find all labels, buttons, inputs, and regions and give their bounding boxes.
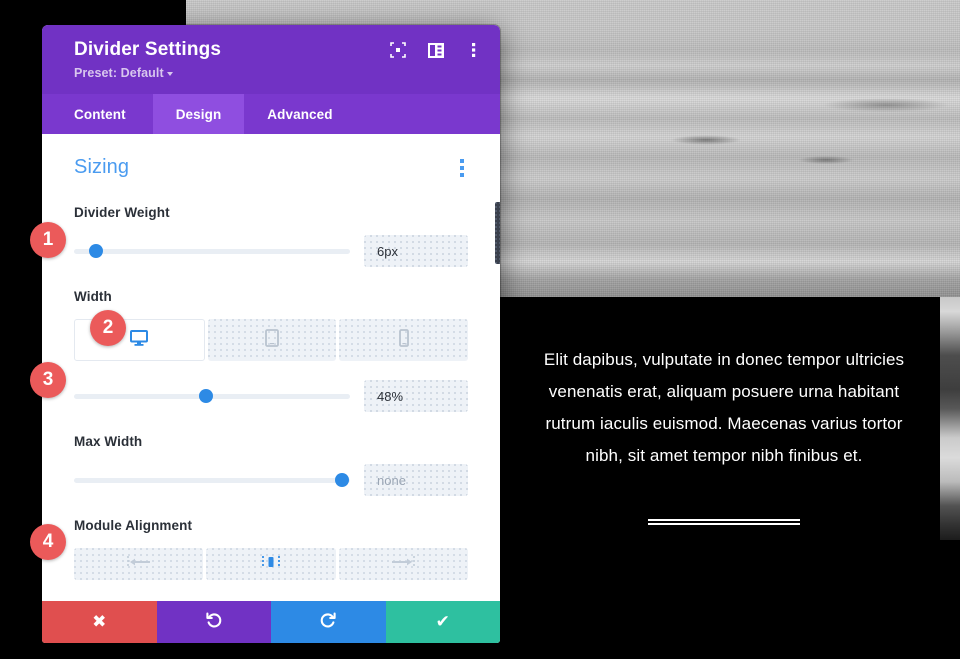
max-width-slider[interactable]	[74, 472, 350, 488]
align-left-icon	[126, 554, 152, 575]
width-slider[interactable]	[74, 388, 350, 404]
max-width-value-input[interactable]: none	[364, 464, 468, 496]
align-left-button[interactable]	[74, 548, 204, 580]
annotation-badge-3: 3	[30, 362, 66, 398]
label-width: Width	[74, 289, 112, 304]
redo-icon	[319, 611, 337, 634]
width-device-toggle-group	[74, 319, 469, 361]
section-title-sizing: Sizing	[74, 156, 130, 178]
header-icon-group	[390, 42, 482, 58]
panel-scrollbar-thumb[interactable]	[495, 202, 500, 264]
preset-selector[interactable]: Preset: Default	[74, 66, 482, 80]
layout-icon[interactable]	[428, 42, 444, 58]
device-toggle-tablet[interactable]	[207, 319, 337, 361]
annotation-badge-4: 4	[30, 524, 66, 560]
device-toggle-phone[interactable]	[339, 319, 469, 361]
tab-content[interactable]: Content	[42, 94, 153, 134]
module-alignment-group	[74, 548, 468, 580]
tab-design[interactable]: Design	[152, 94, 245, 134]
tab-bar: Content Design Advanced	[42, 94, 500, 134]
chevron-down-icon	[166, 72, 173, 76]
align-right-icon	[390, 554, 416, 575]
settings-panel-body: Sizing Divider Weight 6px Width 48% Max …	[42, 134, 500, 601]
label-module-alignment: Module Alignment	[74, 518, 193, 533]
width-control-row: 48%	[74, 380, 468, 412]
undo-icon	[205, 611, 223, 634]
redo-button[interactable]	[271, 601, 386, 643]
sizing-section-header: Sizing	[74, 156, 468, 179]
field-width: Width 48%	[74, 289, 469, 412]
divider-weight-value-input[interactable]: 6px	[364, 235, 468, 267]
width-value-input[interactable]: 48%	[364, 380, 468, 412]
slider-knob[interactable]	[89, 244, 104, 258]
desktop-icon	[130, 329, 149, 351]
align-right-button[interactable]	[338, 548, 468, 580]
focus-icon[interactable]	[390, 42, 406, 58]
label-divider-weight: Divider Weight	[74, 205, 170, 220]
slider-knob[interactable]	[199, 389, 214, 403]
save-button[interactable]: ✔	[385, 601, 500, 643]
cancel-button[interactable]: ✖	[42, 601, 157, 643]
label-max-width: Max Width	[74, 434, 143, 449]
align-center-button[interactable]	[206, 548, 336, 580]
modal-header: Divider Settings Preset: Default	[42, 25, 500, 94]
max-width-control-row: none	[74, 464, 468, 496]
modal-action-bar: ✖ ✔	[42, 601, 500, 643]
slider-knob[interactable]	[334, 473, 349, 487]
kebab-menu-icon[interactable]	[466, 42, 482, 58]
divider-weight-slider[interactable]	[74, 243, 350, 259]
undo-button[interactable]	[156, 601, 271, 643]
preset-label: Preset: Default	[74, 66, 164, 80]
divider-weight-control-row: 6px	[74, 235, 468, 267]
field-divider-weight: Divider Weight 6px	[74, 205, 468, 267]
screen: Elit dapibus, vulputate in donec tempor …	[0, 0, 960, 659]
tab-advanced[interactable]: Advanced	[244, 94, 355, 134]
section-options-kebab-icon[interactable]	[456, 157, 468, 179]
slider-track	[74, 248, 350, 254]
side-photo-strip	[940, 297, 960, 540]
preview-body-text: Elit dapibus, vulputate in donec tempor …	[543, 350, 905, 465]
close-icon: ✖	[92, 612, 107, 631]
tablet-icon	[265, 328, 279, 352]
field-max-width: Max Width none	[74, 434, 468, 496]
annotation-badge-2: 2	[90, 310, 126, 346]
align-center-icon	[259, 554, 283, 575]
kebab-dot	[460, 158, 464, 163]
kebab-dot	[460, 172, 464, 177]
phone-icon	[398, 328, 409, 352]
annotation-badge-1: 1	[30, 222, 66, 258]
slider-track	[74, 477, 350, 483]
field-module-alignment: Module Alignment	[74, 518, 468, 580]
divider-module-preview	[648, 519, 800, 526]
divider-line-bottom	[648, 523, 800, 525]
kebab-dot	[460, 165, 464, 170]
check-icon: ✔	[435, 612, 450, 631]
